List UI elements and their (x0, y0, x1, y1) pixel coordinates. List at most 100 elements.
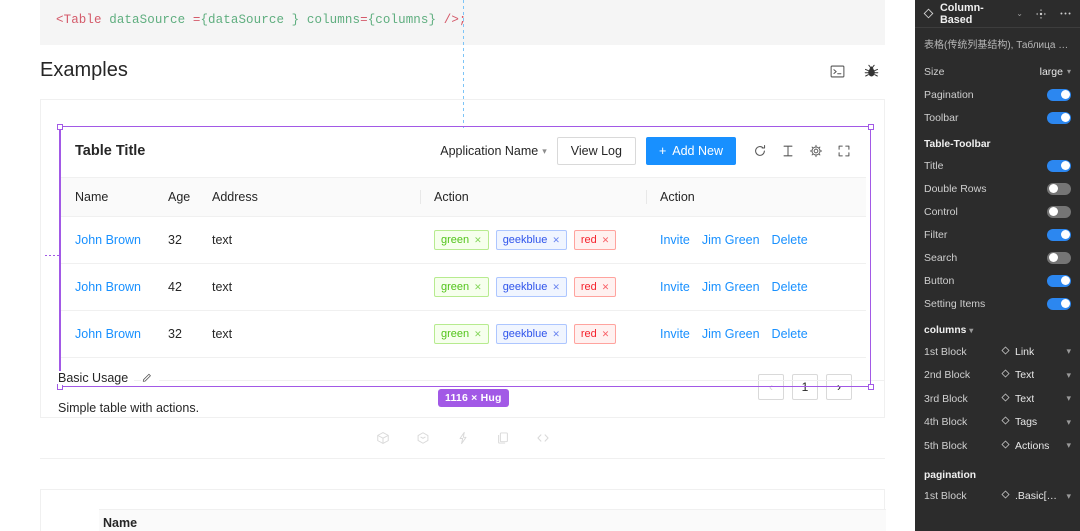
action-jim-green-link[interactable]: Jim Green (702, 280, 760, 294)
column-height-icon[interactable] (780, 143, 796, 159)
prop-column-1[interactable]: 1st Block Link ▾ (915, 340, 1080, 364)
page-title: Examples (40, 59, 128, 81)
reload-icon[interactable] (752, 143, 768, 159)
chevron-down-icon[interactable]: ⌄ (1016, 9, 1023, 18)
prop-size[interactable]: Size large ▾ (915, 60, 1080, 83)
prop-column-4-value: Tags (1015, 416, 1038, 429)
prop-toolbar-toggle[interactable] (1047, 111, 1071, 124)
close-icon[interactable]: ✕ (552, 279, 560, 295)
application-name-filter[interactable]: Application Name ▾ (440, 144, 547, 158)
table-toolbar-right: Application Name ▾ View Log + Add New (440, 137, 852, 165)
prop-setting-items[interactable]: Setting Items (915, 292, 1080, 315)
prop-control-toggle[interactable] (1047, 205, 1071, 218)
prop-column-5[interactable]: 5th Block Actions ▾ (915, 434, 1080, 458)
tag-geekblue[interactable]: geekblue ✕ (495, 230, 567, 250)
tag-geekblue[interactable]: geekblue ✕ (495, 277, 567, 297)
close-icon[interactable]: ✕ (474, 279, 482, 295)
column-header-action-links[interactable]: Action (646, 177, 866, 217)
bug-icon[interactable] (861, 61, 881, 81)
prop-setting-items-toggle[interactable] (1047, 297, 1071, 310)
tag-label: geekblue (502, 281, 548, 293)
close-icon[interactable]: ✕ (552, 326, 560, 342)
copy-icon[interactable] (495, 430, 511, 446)
prop-size-value[interactable]: large ▾ (1040, 66, 1071, 78)
prop-pagination-toggle[interactable] (1047, 88, 1071, 101)
prop-column-2[interactable]: 2nd Block Text ▾ (915, 364, 1080, 388)
close-icon[interactable]: ✕ (602, 279, 610, 295)
prop-column-4[interactable]: 4th Block Tags ▾ (915, 411, 1080, 435)
swap-component-icon[interactable] (1035, 8, 1047, 20)
lightning-icon[interactable] (455, 430, 471, 446)
prop-double-rows[interactable]: Double Rows (915, 177, 1080, 200)
prop-button-toggle[interactable] (1047, 274, 1071, 287)
prop-column-3[interactable]: 3rd Block Text ▾ (915, 387, 1080, 411)
row-name-link[interactable]: John Brown (75, 327, 141, 341)
console-icon[interactable] (827, 61, 847, 81)
column-header-age[interactable]: Age (154, 177, 198, 217)
fullscreen-icon[interactable] (836, 143, 852, 159)
prop-search[interactable]: Search (915, 246, 1080, 269)
action-invite-link[interactable]: Invite (660, 280, 690, 294)
action-delete-link[interactable]: Delete (772, 327, 808, 341)
prop-column-1-label: 1st Block (924, 345, 967, 358)
action-delete-link[interactable]: Delete (772, 233, 808, 247)
gear-icon[interactable] (808, 143, 824, 159)
prop-title[interactable]: Title (915, 154, 1080, 177)
tag-red[interactable]: red ✕ (573, 324, 617, 344)
more-horizontal-icon[interactable] (1059, 7, 1072, 20)
close-icon[interactable]: ✕ (552, 232, 560, 248)
action-jim-green-link[interactable]: Jim Green (702, 233, 760, 247)
table-header-row: Name Age Address Action Action (61, 177, 866, 217)
cell-name: John Brown (61, 263, 154, 311)
close-icon[interactable]: ✕ (602, 232, 610, 248)
prop-button[interactable]: Button (915, 269, 1080, 292)
close-icon[interactable]: ✕ (474, 232, 482, 248)
tag-green[interactable]: green ✕ (434, 230, 489, 250)
tag-green[interactable]: green ✕ (434, 277, 489, 297)
prop-filter-toggle[interactable] (1047, 228, 1071, 241)
action-delete-link[interactable]: Delete (772, 280, 808, 294)
action-invite-link[interactable]: Invite (660, 327, 690, 341)
tag-geekblue[interactable]: geekblue ✕ (495, 324, 567, 344)
close-icon[interactable]: ✕ (602, 326, 610, 342)
design-canvas: <Table dataSource ={dataSource } columns… (0, 0, 915, 531)
application-name-filter-label: Application Name (440, 144, 539, 158)
view-log-button[interactable]: View Log (556, 137, 636, 165)
prop-search-toggle[interactable] (1047, 251, 1071, 264)
prop-toolbar[interactable]: Toolbar (915, 106, 1080, 129)
prop-pagination[interactable]: Pagination (915, 83, 1080, 106)
prop-filter[interactable]: Filter (915, 223, 1080, 246)
action-invite-link[interactable]: Invite (660, 233, 690, 247)
size-badge: 1116 × Hug (438, 389, 509, 407)
prop-size-label: Size (924, 65, 945, 78)
column-header-action-tags[interactable]: Action (420, 177, 646, 217)
tag-red[interactable]: red ✕ (573, 230, 617, 250)
row-name-link[interactable]: John Brown (75, 233, 141, 247)
prop-double-rows-toggle[interactable] (1047, 182, 1071, 195)
code-icon[interactable] (535, 430, 551, 446)
close-icon[interactable]: ✕ (474, 326, 482, 342)
prop-column-3-label: 3rd Block (924, 392, 968, 405)
code-eq-1: = (185, 13, 201, 27)
row-name-link[interactable]: John Brown (75, 280, 141, 294)
column-header-address[interactable]: Address (198, 177, 420, 217)
next-demo-card (40, 489, 886, 531)
table-row: John Brown 32 text green ✕ geekblue ✕ red ✕ I… (61, 216, 866, 264)
box-icon[interactable] (415, 430, 431, 446)
group-title-columns[interactable]: columns ▾ (915, 315, 1080, 340)
code-value-columns: {columns} (367, 13, 437, 27)
cell-tags: green ✕ geekblue ✕ red ✕ (420, 310, 646, 358)
prop-title-toggle[interactable] (1047, 159, 1071, 172)
add-new-button[interactable]: + Add New (645, 137, 736, 165)
pencil-icon[interactable] (141, 372, 160, 384)
prop-pagination-block-1[interactable]: 1st Block .Basic[Le... ▾ (915, 485, 1080, 509)
chevron-down-icon: ▾ (1066, 440, 1071, 451)
tag-green[interactable]: green ✕ (434, 324, 489, 344)
action-jim-green-link[interactable]: Jim Green (702, 327, 760, 341)
prop-control-label: Control (924, 205, 958, 218)
cell-address: text (198, 263, 420, 311)
prop-control[interactable]: Control (915, 200, 1080, 223)
cube-icon[interactable] (375, 430, 391, 446)
tag-red[interactable]: red ✕ (573, 277, 617, 297)
column-header-name[interactable]: Name (61, 177, 154, 217)
